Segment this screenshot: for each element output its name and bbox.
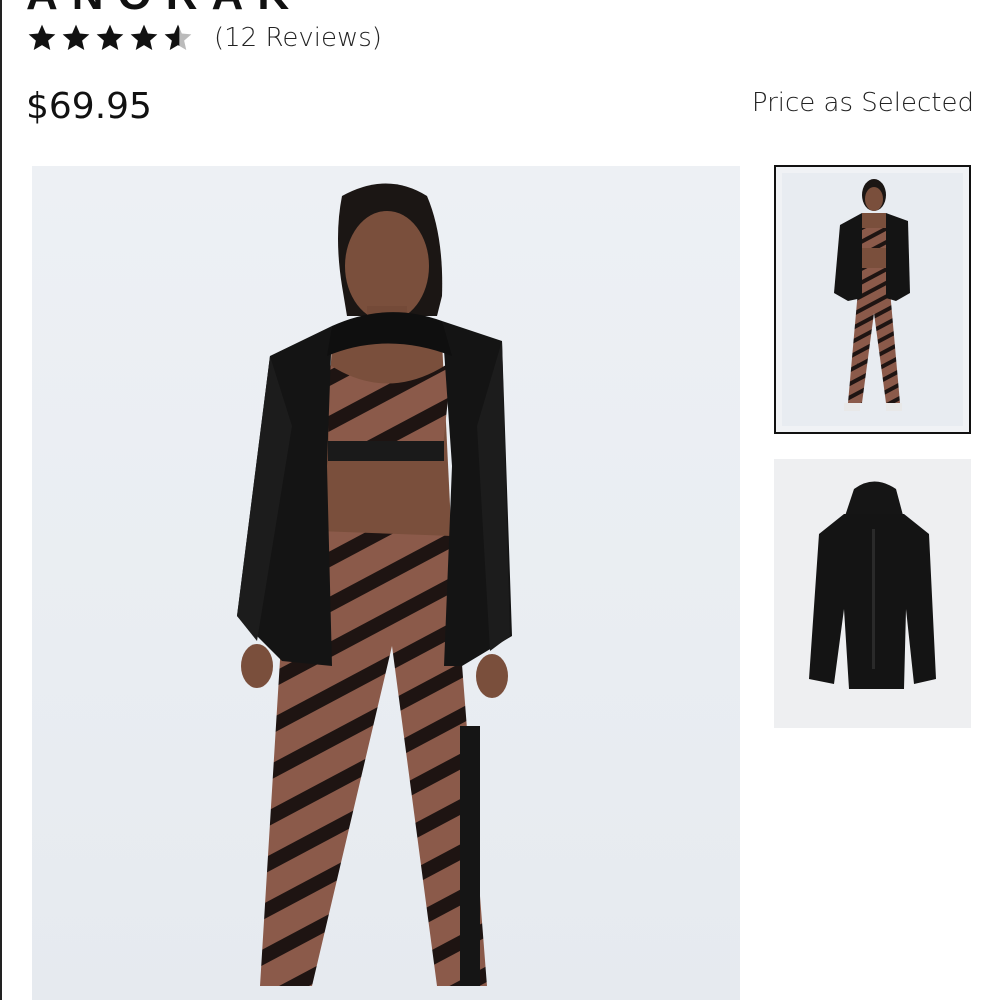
main-product-image[interactable]	[32, 166, 740, 1000]
star-icon	[130, 24, 158, 50]
star-icon	[62, 24, 90, 50]
thumbnail-jacket-image	[809, 481, 936, 689]
thumbnail-model-image	[782, 173, 963, 426]
price-note: Price as Selected	[751, 88, 974, 118]
product-detail-page: ANORAK (12 Reviews) $69.95 Price as Sele…	[0, 0, 1000, 1000]
star-rating	[26, 22, 194, 54]
reviews-link[interactable]: (12 Reviews)	[214, 23, 382, 53]
rating-row: (12 Reviews)	[26, 20, 382, 56]
thumbnail-jacket[interactable]	[774, 459, 971, 728]
model-illustration	[237, 183, 512, 986]
star-icon	[96, 24, 124, 50]
half-star-icon	[164, 24, 192, 50]
product-title: ANORAK	[26, 0, 303, 20]
thumbnail-model[interactable]	[774, 165, 971, 434]
star-icon	[28, 24, 56, 50]
product-price: $69.95	[26, 86, 152, 127]
window-edge	[0, 0, 2, 1000]
